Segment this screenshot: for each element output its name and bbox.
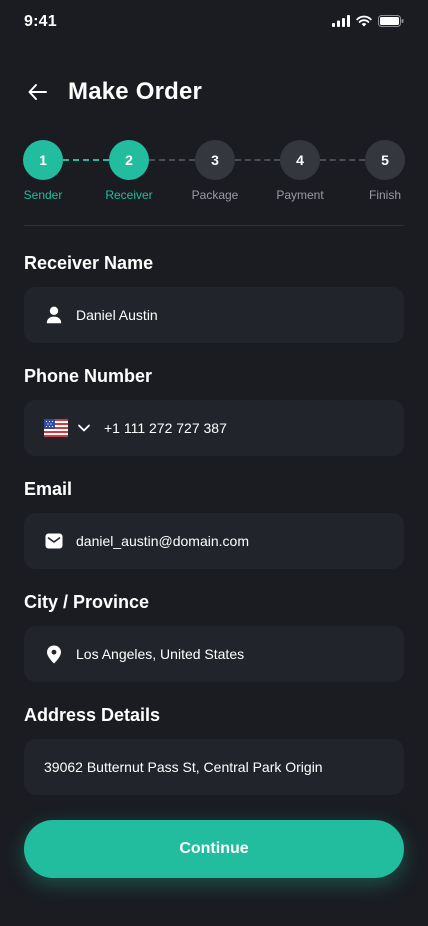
step-receiver[interactable]: 2 Receiver [89, 140, 169, 202]
city-province-value: Los Angeles, United States [76, 646, 245, 662]
step-finish[interactable]: 5 Finish [345, 140, 425, 202]
email-label: Email [24, 479, 73, 499]
step-payment[interactable]: 4 Payment [260, 140, 340, 202]
divider [24, 225, 404, 226]
step-label: Sender [23, 188, 63, 202]
person-icon [44, 305, 64, 325]
city-province-label: City / Province [24, 592, 150, 612]
chevron-down-icon[interactable] [76, 420, 92, 436]
cellular-signal-icon [332, 15, 350, 27]
phone-number-label: Phone Number [24, 366, 153, 386]
status-bar: 9:41 [0, 0, 428, 44]
step-label: Payment [276, 188, 324, 202]
address-details-field[interactable]: 39062 Butternut Pass St, Central Park Or… [24, 739, 404, 795]
address-details-value: 39062 Butternut Pass St, Central Park Or… [44, 759, 323, 775]
step-label: Receiver [105, 188, 153, 202]
step-package[interactable]: 3 Package [175, 140, 255, 202]
address-details-label: Address Details [24, 705, 161, 725]
phone-number-value: +1 111 272 727 387 [104, 420, 227, 436]
step-number: 2 [109, 140, 149, 180]
step-label: Package [191, 188, 239, 202]
phone-number-field[interactable]: +1 111 272 727 387 [24, 400, 404, 456]
back-button[interactable] [24, 78, 52, 106]
step-number: 1 [23, 140, 63, 180]
step-label: Finish [368, 188, 401, 202]
status-time: 9:41 [24, 13, 57, 30]
wifi-icon [356, 15, 372, 27]
us-flag-icon[interactable] [44, 419, 68, 437]
email-value: daniel_austin@domain.com [76, 533, 249, 549]
city-province-field[interactable]: Los Angeles, United States [24, 626, 404, 682]
page-title: Make Order [68, 78, 203, 105]
receiver-name-field[interactable]: Daniel Austin [24, 287, 404, 343]
email-field[interactable]: daniel_austin@domain.com [24, 513, 404, 569]
step-number: 4 [280, 140, 320, 180]
step-sender[interactable]: 1 Sender [3, 140, 83, 202]
status-icons [332, 15, 404, 27]
continue-button[interactable]: Continue [24, 820, 404, 878]
step-number: 5 [365, 140, 405, 180]
mail-icon [44, 531, 64, 551]
order-stepper: 1 Sender 2 Receiver 3 Package 4 Payment … [0, 140, 428, 210]
receiver-name-value: Daniel Austin [76, 307, 158, 323]
battery-icon [378, 15, 404, 27]
step-number: 3 [195, 140, 235, 180]
receiver-name-label: Receiver Name [24, 253, 154, 273]
arrow-left-icon [28, 84, 47, 100]
location-pin-icon [44, 644, 64, 664]
header: Make Order [24, 72, 202, 112]
